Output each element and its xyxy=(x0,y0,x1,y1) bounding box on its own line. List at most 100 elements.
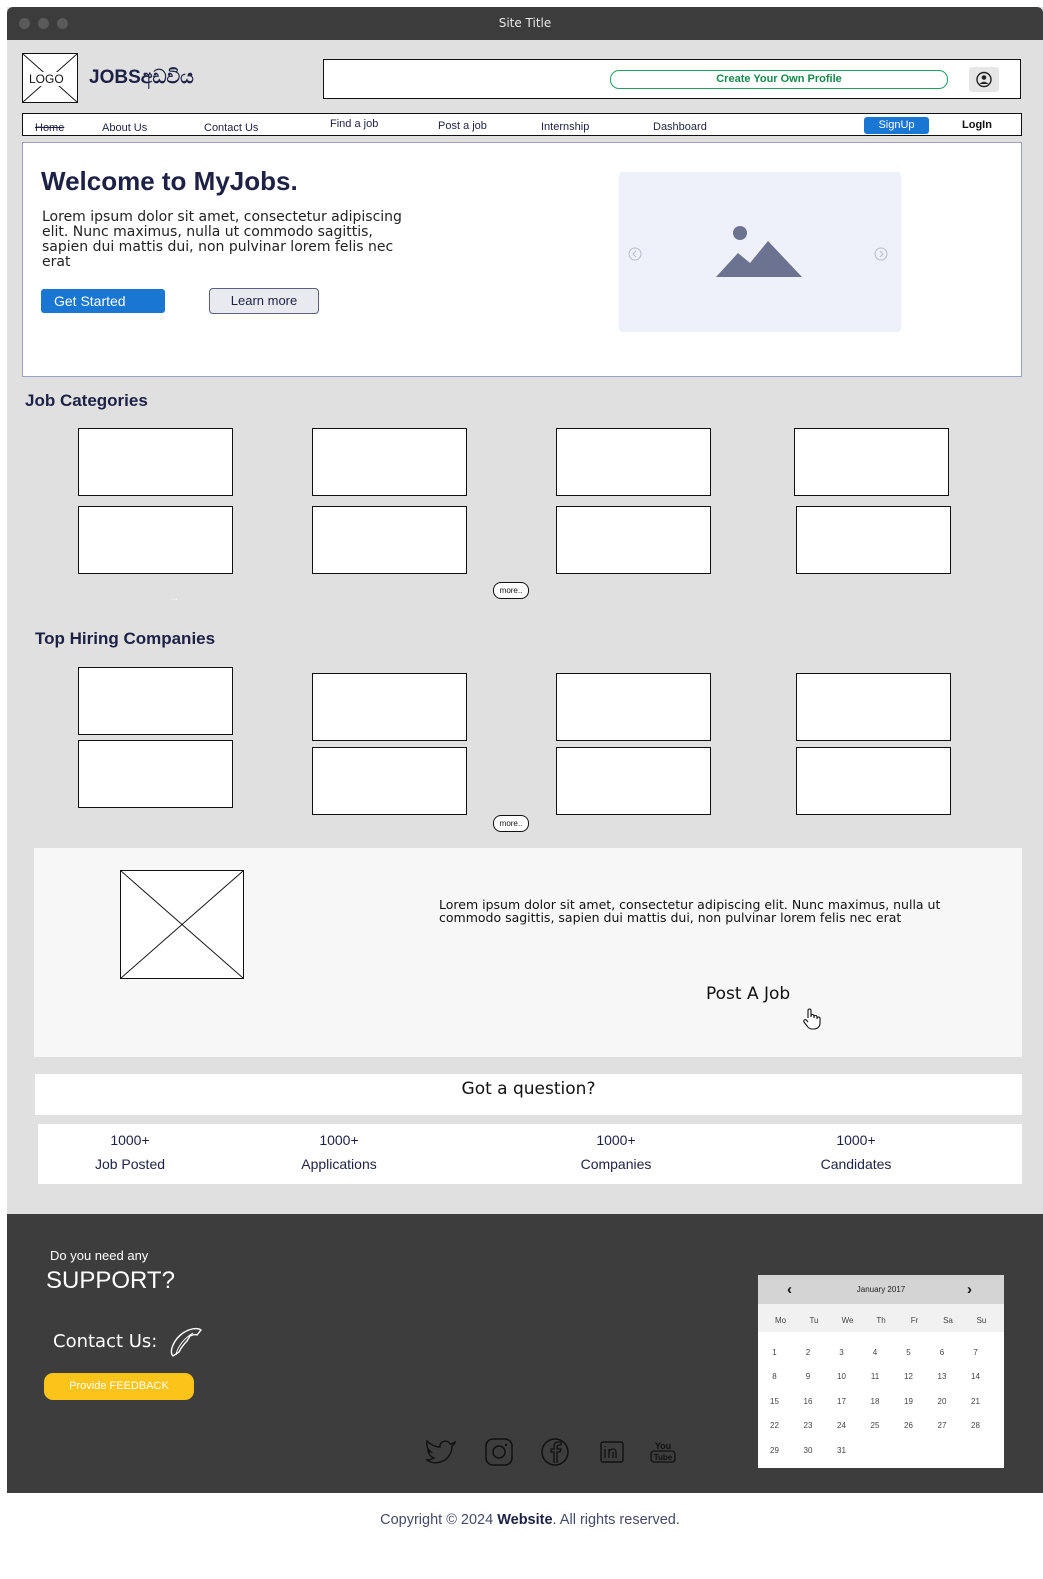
calendar-day[interactable]: 4 xyxy=(859,1348,892,1357)
carousel-next-icon[interactable] xyxy=(874,247,888,261)
companies-more-button[interactable]: more.. xyxy=(493,815,529,832)
nav-internship[interactable]: Internship xyxy=(541,121,589,133)
category-card[interactable] xyxy=(312,506,467,574)
calendar-day[interactable]: 18 xyxy=(859,1397,892,1406)
category-card[interactable] xyxy=(78,428,233,496)
calendar-day[interactable]: 16 xyxy=(792,1397,825,1406)
got-a-question-banner[interactable]: Got a question? xyxy=(35,1074,1022,1115)
categories-more-button[interactable]: more.. xyxy=(493,582,529,599)
nav-find-a-job[interactable]: Find a job xyxy=(330,118,378,130)
weekday-label: Mo xyxy=(774,1316,787,1325)
calendar-day[interactable]: 15 xyxy=(758,1397,791,1406)
nav-about-us[interactable]: About Us xyxy=(102,122,147,134)
stat-candidates: 1000+ Candidates xyxy=(776,1132,936,1172)
svg-text:You: You xyxy=(655,1441,671,1451)
calendar-day[interactable]: 9 xyxy=(792,1372,825,1381)
calendar-day[interactable]: 31 xyxy=(825,1446,858,1455)
category-card[interactable] xyxy=(794,428,949,496)
weekday-label: Tu xyxy=(809,1316,819,1325)
post-a-job-button[interactable]: Post A Job xyxy=(706,984,790,1004)
calendar-day[interactable]: 30 xyxy=(792,1446,825,1455)
browser-window: Site Title LOGO JOBSඅඩවිය Create Your Ow… xyxy=(7,7,1043,1579)
copyright-text: Copyright © 2024 Website. All rights res… xyxy=(380,1512,680,1528)
calendar-next-button[interactable]: › xyxy=(967,1281,972,1298)
calendar-day[interactable]: 14 xyxy=(959,1372,992,1381)
stat-label: Candidates xyxy=(820,1156,892,1172)
company-card[interactable] xyxy=(312,673,467,741)
calendar-day[interactable]: 7 xyxy=(959,1348,992,1357)
category-card[interactable] xyxy=(556,506,711,574)
stat-applications: 1000+ Applications xyxy=(259,1132,419,1172)
category-card[interactable] xyxy=(556,428,711,496)
instagram-icon[interactable] xyxy=(483,1438,515,1466)
weekday-label: Sa xyxy=(943,1316,953,1325)
stat-value: 1000+ xyxy=(319,1132,359,1148)
carousel-prev-icon[interactable] xyxy=(628,247,642,261)
calendar-day[interactable]: 2 xyxy=(792,1348,825,1357)
calendar-day[interactable]: 20 xyxy=(926,1397,959,1406)
calendar-day[interactable]: 28 xyxy=(959,1421,992,1430)
phone-icon[interactable] xyxy=(167,1326,205,1360)
stat-value: 1000+ xyxy=(110,1132,150,1148)
copyright-bar: Copyright © 2024 Website. All rights res… xyxy=(0,1493,1043,1579)
facebook-icon[interactable] xyxy=(539,1438,571,1466)
twitter-icon[interactable] xyxy=(425,1438,457,1466)
calendar-day[interactable]: 27 xyxy=(926,1421,959,1430)
youtube-icon[interactable]: You Tube xyxy=(647,1438,679,1466)
window-title: Site Title xyxy=(498,16,552,30)
company-card[interactable] xyxy=(796,747,951,815)
calendar-day[interactable]: 19 xyxy=(892,1397,925,1406)
calendar-day[interactable]: 22 xyxy=(758,1421,791,1430)
copyright-site-link[interactable]: Website xyxy=(497,1512,552,1528)
support-heading: SUPPORT? xyxy=(46,1267,175,1294)
company-card[interactable] xyxy=(556,673,711,741)
calendar-day[interactable]: 17 xyxy=(825,1397,858,1406)
calendar-day[interactable]: 24 xyxy=(825,1421,858,1430)
calendar-day[interactable]: 1 xyxy=(758,1348,791,1357)
user-account-button[interactable] xyxy=(969,67,999,92)
calendar-day[interactable]: 3 xyxy=(825,1348,858,1357)
category-card[interactable] xyxy=(312,428,467,496)
category-card[interactable] xyxy=(796,506,951,574)
calendar-day[interactable]: 10 xyxy=(825,1372,858,1381)
calendar-day[interactable]: 5 xyxy=(892,1348,925,1357)
promo-image-placeholder xyxy=(120,870,244,979)
calendar-day[interactable]: 26 xyxy=(892,1421,925,1430)
contact-us-label[interactable]: Contact Us: xyxy=(53,1331,157,1352)
linkedin-icon[interactable] xyxy=(597,1438,629,1466)
calendar-day[interactable]: 25 xyxy=(859,1421,892,1430)
learn-more-button[interactable]: Learn more xyxy=(209,288,319,314)
nav-contact-us[interactable]: Contact Us xyxy=(204,122,258,134)
calendar-day[interactable]: 23 xyxy=(792,1421,825,1430)
logo-placeholder[interactable]: LOGO xyxy=(22,53,78,103)
company-card[interactable] xyxy=(796,673,951,741)
calendar-day[interactable]: 11 xyxy=(859,1372,892,1381)
signup-button[interactable]: SignUp xyxy=(864,117,929,134)
create-profile-button[interactable]: Create Your Own Profile xyxy=(610,70,948,89)
calendar-header: ‹ January 2017 › xyxy=(758,1275,1004,1304)
calendar-day[interactable]: 12 xyxy=(892,1372,925,1381)
calendar-day[interactable]: 21 xyxy=(959,1397,992,1406)
stat-companies: 1000+ Companies xyxy=(536,1132,696,1172)
login-button[interactable]: LogIn xyxy=(962,119,992,131)
calendar-day[interactable]: 13 xyxy=(926,1372,959,1381)
hero-image-carousel xyxy=(619,172,901,332)
nav-post-a-job[interactable]: Post a job xyxy=(438,120,487,132)
calendar-day[interactable]: 8 xyxy=(758,1372,791,1381)
title-bar: Site Title xyxy=(7,7,1043,40)
brand-name[interactable]: JOBSඅඩවිය xyxy=(89,67,194,89)
category-card[interactable] xyxy=(78,506,233,574)
calendar-day[interactable]: 6 xyxy=(926,1348,959,1357)
nav-dashboard[interactable]: Dashboard xyxy=(653,121,707,133)
company-card[interactable] xyxy=(78,740,233,808)
get-started-button[interactable]: Get Started xyxy=(41,289,165,313)
company-card[interactable] xyxy=(78,667,233,735)
calendar-day[interactable]: 29 xyxy=(758,1446,791,1455)
promo-text: Lorem ipsum dolor sit amet, consectetur … xyxy=(439,897,941,925)
company-card[interactable] xyxy=(556,747,711,815)
provide-feedback-button[interactable]: Provide FEEDBACK xyxy=(44,1373,194,1400)
footer: Do you need any SUPPORT? Contact Us: Pro… xyxy=(7,1214,1043,1500)
company-card[interactable] xyxy=(312,747,467,815)
nav-home[interactable]: Home xyxy=(35,122,64,134)
stat-value: 1000+ xyxy=(836,1132,876,1148)
